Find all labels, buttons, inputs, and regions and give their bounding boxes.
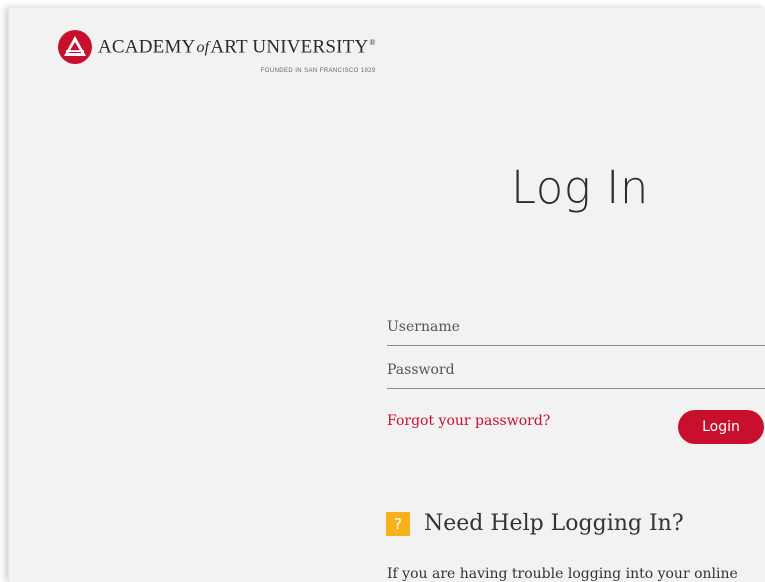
help-heading: ? Need Help Logging In? — [386, 511, 684, 536]
logo-word-art-university: ART UNIVERSITY — [210, 36, 369, 58]
username-input[interactable] — [387, 308, 765, 346]
help-body-text: If you are having trouble logging into y… — [387, 566, 738, 582]
logo-tagline: FOUNDED IN SAN FRANCISCO 1929 — [260, 68, 376, 75]
logo-word-academy: ACADEMY — [98, 36, 196, 58]
help-heading-text: Need Help Logging In? — [424, 511, 684, 536]
page-title: Log In — [511, 161, 649, 214]
university-logo[interactable]: ACADEMYofART UNIVERSITY® FOUNDED IN SAN … — [58, 30, 376, 74]
triangle-logo-icon — [58, 30, 92, 64]
logo-word-of: of — [196, 39, 210, 57]
registered-mark: ® — [369, 38, 376, 47]
login-page: ACADEMYofART UNIVERSITY® FOUNDED IN SAN … — [8, 8, 765, 582]
logo-text: ACADEMYofART UNIVERSITY® FOUNDED IN SAN … — [98, 32, 376, 74]
logo-wordmark: ACADEMYofART UNIVERSITY® — [98, 32, 376, 59]
login-button[interactable]: Login — [678, 410, 764, 444]
forgot-password-link[interactable]: Forgot your password? — [387, 413, 550, 429]
question-mark-icon: ? — [386, 511, 410, 536]
password-input[interactable] — [387, 351, 765, 389]
